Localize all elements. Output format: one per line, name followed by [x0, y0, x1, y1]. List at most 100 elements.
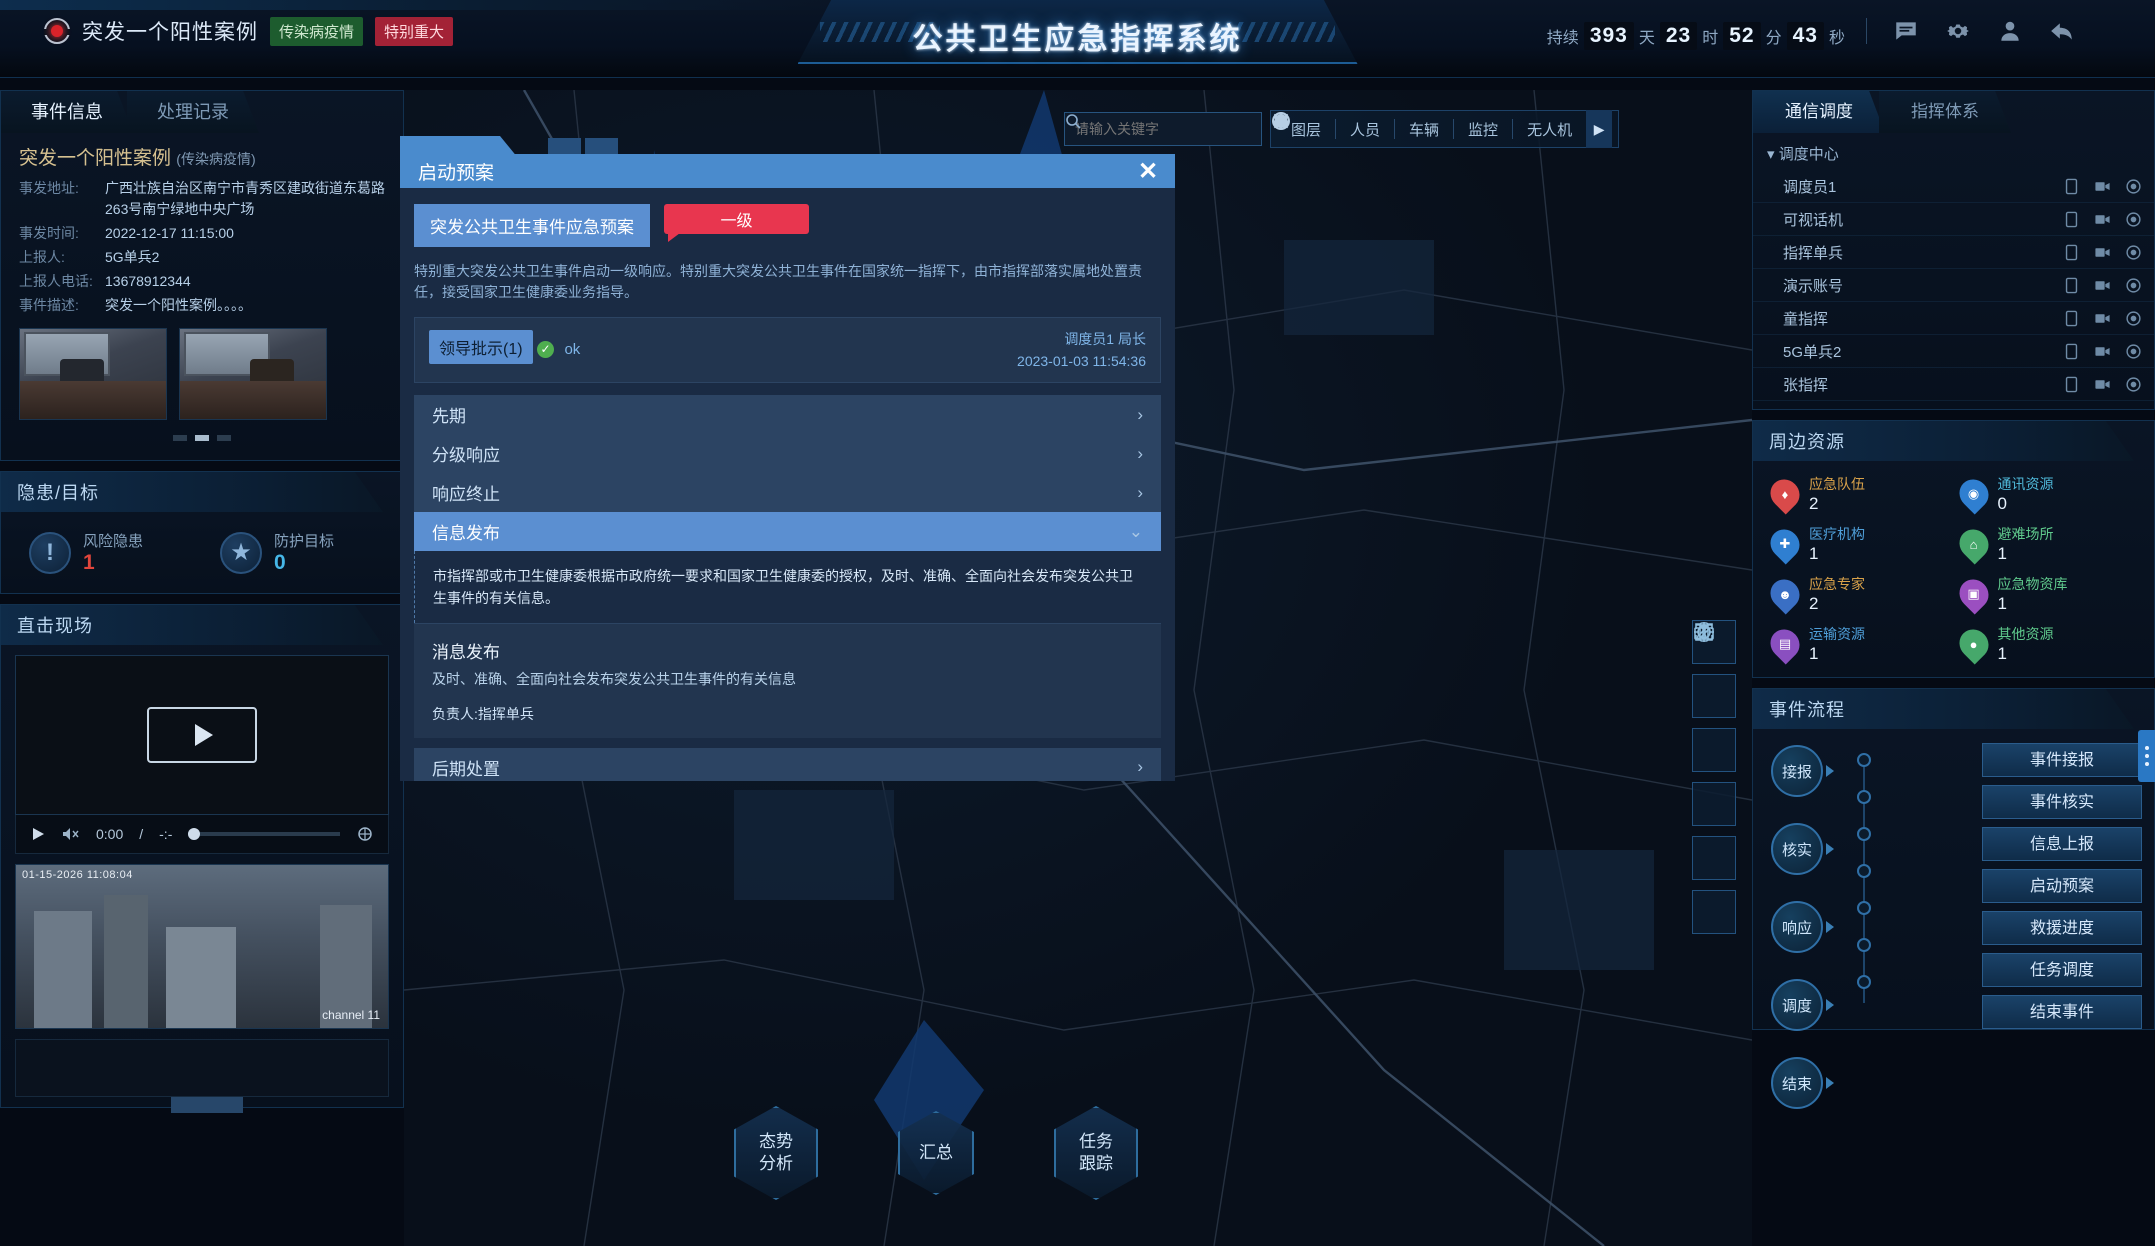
- video-call-icon[interactable]: [2094, 178, 2111, 195]
- tablet-icon[interactable]: [2063, 376, 2080, 393]
- mute-icon[interactable]: [62, 826, 80, 842]
- record-icon[interactable]: [2125, 178, 2142, 195]
- flow-node-dispatch[interactable]: 调度: [1771, 979, 1823, 1031]
- resource-expert[interactable]: ☻ 应急专家 2: [1764, 571, 1954, 617]
- camera-feed[interactable]: 01-15-2026 11:08:04 channel 11: [15, 864, 389, 1029]
- map-search-input[interactable]: [1075, 121, 1256, 137]
- record-icon[interactable]: [2125, 343, 2142, 360]
- hex-button-situation-analysis[interactable]: 态势 分析: [734, 1106, 818, 1200]
- event-photo-2[interactable]: [179, 328, 327, 420]
- flow-button-end-event[interactable]: 结束事件: [1982, 995, 2142, 1029]
- flow-button-task-dispatch[interactable]: 任务调度: [1982, 953, 2142, 987]
- flow-button-launch-plan[interactable]: 启动预案: [1982, 869, 2142, 903]
- flow-node-receive[interactable]: 接报: [1771, 745, 1823, 797]
- gear-icon[interactable]: [1945, 18, 1971, 44]
- tree-row-command-soldier[interactable]: 指挥单兵: [1753, 236, 2154, 269]
- record-icon[interactable]: [2125, 310, 2142, 327]
- video-progress-bar[interactable]: [188, 828, 340, 840]
- record-icon[interactable]: [2125, 277, 2142, 294]
- record-icon[interactable]: [2125, 244, 2142, 261]
- back-arrow-icon[interactable]: [2049, 18, 2075, 44]
- video-call-icon[interactable]: [2094, 376, 2111, 393]
- flow-node-verify[interactable]: 核实: [1771, 823, 1823, 875]
- tab-processing-record[interactable]: 处理记录: [127, 91, 259, 133]
- plan-name-button[interactable]: 突发公共卫生事件应急预案: [414, 204, 650, 247]
- photo-dot[interactable]: [172, 435, 187, 441]
- record-icon[interactable]: [2125, 376, 2142, 393]
- record-icon[interactable]: [2125, 211, 2142, 228]
- hazard-risk-item[interactable]: ! 风险隐患 1: [11, 530, 202, 575]
- video-call-icon[interactable]: [2125, 409, 2142, 411]
- map-tool-person[interactable]: 人员: [1272, 112, 1394, 140]
- map-tool-drone[interactable]: 无人机: [1273, 113, 1586, 140]
- tablet-icon[interactable]: [2063, 244, 2080, 261]
- plan-section-preliminary[interactable]: 先期 ›: [414, 395, 1161, 434]
- close-icon[interactable]: ✕: [1131, 154, 1165, 188]
- user-icon[interactable]: [1997, 18, 2023, 44]
- tab-command-system[interactable]: 指挥体系: [1879, 91, 2011, 133]
- video-call-icon[interactable]: [2094, 244, 2111, 261]
- hex-button-task-tracking[interactable]: 任务 跟踪: [1054, 1106, 1138, 1200]
- map-tool-camera[interactable]: 监控: [1272, 112, 1512, 140]
- dispatch-tree-root[interactable]: ▾ 调度中心: [1753, 133, 2154, 170]
- tablet-icon[interactable]: [2063, 310, 2080, 327]
- message-icon[interactable]: [1893, 18, 1919, 44]
- tablet-icon[interactable]: [2063, 211, 2080, 228]
- map-tool-vehicle[interactable]: 车辆: [1273, 118, 1453, 140]
- tree-row-videophone[interactable]: 可视话机: [1753, 203, 2154, 236]
- map-tool-draw[interactable]: [1692, 625, 1736, 826]
- tree-row-dispatcher1[interactable]: 调度员1: [1753, 170, 2154, 203]
- tablet-icon[interactable]: [2063, 277, 2080, 294]
- tree-row-tong-commander[interactable]: 童指挥: [1753, 302, 2154, 335]
- leader-approval-pill[interactable]: 领导批示(1): [429, 330, 533, 364]
- play-icon[interactable]: [30, 826, 46, 842]
- resource-emergency-team[interactable]: ♦ 应急队伍 2: [1764, 471, 1954, 517]
- play-button-large[interactable]: [147, 707, 257, 763]
- map-tool-traffic[interactable]: [1692, 622, 1736, 880]
- flow-button-event-verify[interactable]: 事件核实: [1982, 785, 2142, 819]
- resource-supply-warehouse[interactable]: ▣ 应急物资库 1: [1952, 571, 2143, 617]
- photo-pagination[interactable]: [19, 428, 385, 446]
- resource-medical[interactable]: ✚ 医疗机构 1: [1764, 521, 1954, 567]
- map-tool-measure[interactable]: [1692, 624, 1736, 772]
- flow-node-respond[interactable]: 响应: [1771, 901, 1823, 953]
- tablet-icon[interactable]: [2063, 178, 2080, 195]
- search-icon[interactable]: [1065, 113, 1081, 129]
- photo-dot-active[interactable]: [195, 435, 209, 441]
- tab-communication-dispatch[interactable]: 通信调度: [1753, 91, 1885, 133]
- plan-section-info-release[interactable]: 信息发布 ⌄: [414, 512, 1161, 551]
- map-toolbar-more-button[interactable]: ▶: [1586, 110, 1613, 148]
- settings-gear-icon[interactable]: [356, 825, 374, 843]
- video-call-icon[interactable]: [2094, 211, 2111, 228]
- flow-button-rescue-progress[interactable]: 救援进度: [1982, 911, 2142, 945]
- tab-event-info[interactable]: 事件信息: [1, 91, 133, 133]
- resource-other[interactable]: ● 其他资源 1: [1952, 621, 2143, 667]
- resource-pin-icon: ☻: [1764, 573, 1806, 615]
- plan-section-post-disposal[interactable]: 后期处置 ›: [414, 748, 1161, 781]
- flow-button-event-report[interactable]: 事件接报: [1982, 743, 2142, 777]
- map-tool-toolbox[interactable]: [1692, 624, 1736, 934]
- resource-transport[interactable]: ▤ 运输资源 1: [1764, 621, 1954, 667]
- hex-button-summary[interactable]: 汇总: [898, 1111, 974, 1195]
- resource-communication[interactable]: ◉ 通讯资源 0: [1952, 471, 2143, 517]
- event-photo-1[interactable]: [19, 328, 167, 420]
- plan-section-graded-response[interactable]: 分级响应 ›: [414, 434, 1161, 473]
- resource-shelter[interactable]: ⌂ 避难场所 1: [1952, 521, 2143, 567]
- video-player[interactable]: [15, 655, 389, 815]
- live-bottom-button[interactable]: [171, 1097, 243, 1113]
- video-call-icon[interactable]: [2094, 277, 2111, 294]
- tablet-icon[interactable]: [2063, 343, 2080, 360]
- tree-row-5g-soldier2[interactable]: 5G单兵2: [1753, 335, 2154, 368]
- tree-row-demo-account[interactable]: 演示账号: [1753, 269, 2154, 302]
- flow-button-info-report[interactable]: 信息上报: [1982, 827, 2142, 861]
- map-tool-fullscreen[interactable]: [1692, 623, 1736, 718]
- video-call-icon[interactable]: [2094, 343, 2111, 360]
- tree-row-device01[interactable]: 设备01: [1753, 401, 2154, 411]
- hazard-protect-item[interactable]: ★ 防护目标 0: [202, 530, 393, 575]
- tree-row-zhang-commander[interactable]: 张指挥: [1753, 368, 2154, 401]
- flow-node-end[interactable]: 结束: [1771, 1057, 1823, 1109]
- plan-section-response-termination[interactable]: 响应终止 ›: [414, 473, 1161, 512]
- panel-collapse-handle[interactable]: [2138, 730, 2155, 782]
- video-call-icon[interactable]: [2094, 310, 2111, 327]
- photo-dot[interactable]: [217, 435, 232, 441]
